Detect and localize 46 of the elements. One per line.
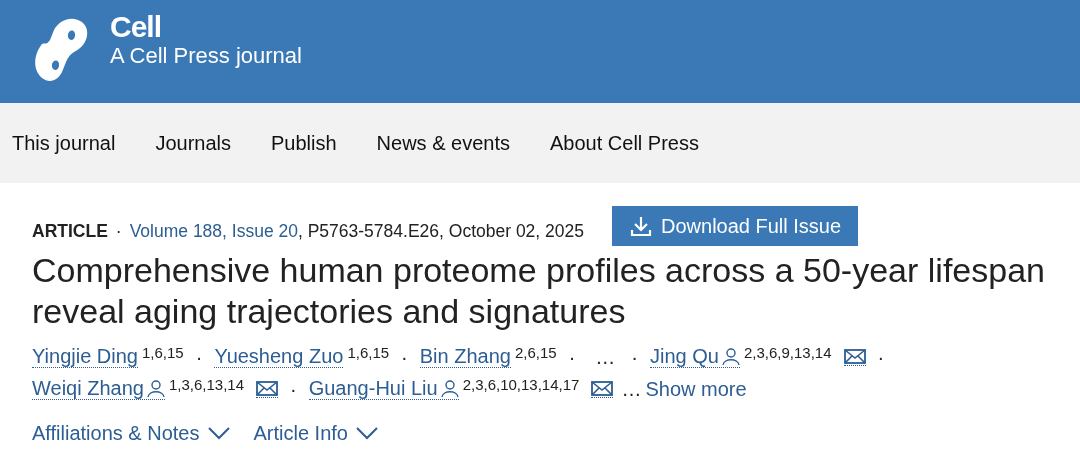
journal-subtitle: A Cell Press journal <box>110 43 302 70</box>
ellipsis: … <box>621 376 642 402</box>
download-button[interactable]: Download Full Issue <box>612 206 859 246</box>
separator-dot: · <box>631 344 638 370</box>
nav-link[interactable]: This journal <box>12 128 116 158</box>
separator-dot: · <box>290 376 297 402</box>
author-link[interactable]: Jing Qu <box>650 345 740 369</box>
separator-dot: · <box>401 344 408 370</box>
separator-dot: · <box>877 344 885 370</box>
email-icon <box>591 379 614 397</box>
show-more-link[interactable]: Show more <box>645 373 747 404</box>
nav-link[interactable]: Journals <box>155 128 231 158</box>
author-link[interactable]: Bin Zhang <box>419 345 511 369</box>
person-icon <box>146 378 165 398</box>
separator-dot: · <box>568 344 576 370</box>
email-link[interactable] <box>591 379 614 398</box>
author-link[interactable]: Yingjie Ding <box>32 345 138 369</box>
author-link[interactable]: Yuesheng Zuo <box>214 345 344 369</box>
email-link[interactable] <box>256 379 278 398</box>
email-icon <box>256 379 278 397</box>
email-link[interactable] <box>843 347 866 366</box>
affiliation-numbers: 1,6,15 <box>142 342 184 363</box>
publication-info: , P5763-5784.E26, October 02, 2025 <box>297 219 584 243</box>
separator-dot: · <box>195 344 203 370</box>
nav-link[interactable]: News & events <box>376 128 510 158</box>
affiliation-numbers: 1,6,15 <box>347 342 390 363</box>
article-title: Comprehensive human proteome profiles across a 50-year lifespan reveal aging trajectories and signatures <box>32 250 1046 332</box>
expand-toggle[interactable]: Affiliations & Notes <box>32 417 230 448</box>
person-icon <box>721 346 740 366</box>
nav-link[interactable]: Publish <box>271 128 337 158</box>
separator-dot: · <box>115 219 122 243</box>
affiliation-numbers: 1,3,6,13,14 <box>168 374 244 395</box>
email-icon <box>843 347 866 365</box>
ellipsis: … <box>595 344 616 370</box>
author-link[interactable]: Weiqi Zhang <box>32 377 165 401</box>
article-type: ARTICLE <box>32 219 108 243</box>
affiliation-numbers: 2,3,6,10,13,14,17 <box>462 374 580 395</box>
author-link[interactable]: Guang-Hui Liu <box>308 377 459 401</box>
affiliation-numbers: 2,6,15 <box>514 342 557 363</box>
expand-toggle[interactable]: Article Info <box>253 417 378 448</box>
issue-link[interactable]: Volume 188, Issue 20 <box>129 217 298 245</box>
nav-link[interactable]: About Cell Press <box>550 128 699 158</box>
person-icon <box>440 378 459 398</box>
affiliation-numbers: 2,3,6,9,13,14 <box>743 342 832 363</box>
download-icon <box>629 214 653 238</box>
journal-title[interactable]: Cell <box>110 10 302 43</box>
